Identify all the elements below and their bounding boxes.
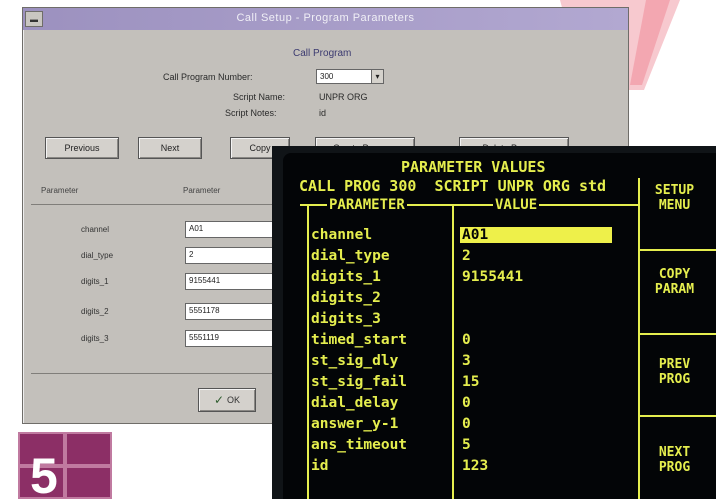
terminal-parameter-value[interactable]: A01 — [460, 227, 612, 243]
terminal-parameter-value[interactable]: 9155441 — [462, 269, 523, 285]
terminal-title: PARAMETER VALUES — [401, 158, 546, 176]
terminal-parameter-name: channel — [311, 227, 373, 243]
terminal-subtitle: CALL PROG 300 SCRIPT UNPR ORG std — [299, 177, 607, 195]
previous-button[interactable]: Previous — [45, 137, 119, 159]
terminal-parameter-name: digits_3 — [311, 311, 381, 327]
parameter-value-field[interactable]: 9155441 — [185, 273, 281, 290]
copy-param-line2: PARAM — [654, 282, 695, 297]
value-column-header: VALUE — [493, 197, 540, 213]
next-prog-line1: NEXT — [658, 445, 691, 460]
setup-menu-line1: SETUP — [654, 183, 695, 198]
terminal-parameter-name: ans_timeout — [311, 437, 408, 453]
parameter-label: channel — [81, 225, 110, 234]
parameter-label: digits_2 — [81, 307, 109, 316]
parameter-column-header: Parameter — [41, 186, 79, 195]
parameter-label: dial_type — [81, 251, 114, 260]
terminal-parameter-value[interactable]: 15 — [462, 374, 479, 390]
terminal-parameter-value[interactable]: 5 — [462, 437, 471, 453]
script-name-label: Script Name: — [233, 92, 286, 102]
parameter-label: digits_3 — [81, 334, 109, 343]
fkey-divider — [640, 333, 716, 335]
setup-menu-line2: MENU — [658, 198, 691, 213]
next-prog-key[interactable]: NEXT PROG — [643, 445, 706, 475]
prev-prog-line1: PREV — [658, 357, 691, 372]
parameter-value-field[interactable]: 5551119 — [185, 330, 281, 347]
script-notes-value: id — [319, 108, 327, 118]
window-titlebar: ▬ Call Setup - Program Parameters — [23, 8, 628, 30]
fkey-divider — [640, 415, 716, 417]
terminal-parameter-value[interactable]: 3 — [462, 353, 471, 369]
window-title: Call Setup - Program Parameters — [236, 12, 415, 24]
badge-cell — [65, 432, 112, 466]
terminal-parameter-name: timed_start — [311, 332, 408, 348]
call-program-number-value: 300 — [320, 72, 334, 81]
call-program-number-label: Call Program Number: — [163, 72, 253, 82]
script-name-value: UNPR ORG — [319, 92, 368, 102]
ok-button-label: OK — [227, 395, 241, 405]
next-button[interactable]: Next — [138, 137, 202, 159]
parameter-value-field[interactable]: 2 — [185, 247, 281, 264]
parameter-value-field[interactable]: A01 — [185, 221, 281, 238]
frame-left-line — [307, 206, 309, 499]
prev-prog-line2: PROG — [658, 372, 691, 387]
frame-middle-line — [452, 206, 454, 499]
terminal-parameter-value[interactable]: 2 — [462, 248, 471, 264]
parameter-value-field[interactable]: 5551178 — [185, 303, 281, 320]
terminal-parameter-name: dial_delay — [311, 395, 399, 411]
setup-menu-key[interactable]: SETUP MENU — [643, 183, 706, 213]
terminal-parameter-name: st_sig_dly — [311, 353, 399, 369]
section-heading: Call Program — [293, 48, 352, 59]
next-prog-line2: PROG — [658, 460, 691, 475]
ok-button[interactable]: ✓ OK — [198, 388, 256, 412]
terminal-parameter-value[interactable]: 0 — [462, 332, 471, 348]
parameter-column-header: PARAMETER — [327, 197, 407, 213]
terminal-parameter-value[interactable]: 0 — [462, 416, 471, 432]
chevron-down-icon[interactable]: ▾ — [371, 70, 383, 83]
terminal-parameter-name: st_sig_fail — [311, 374, 408, 390]
script-notes-label: Script Notes: — [225, 108, 277, 118]
terminal-screen: PARAMETER VALUES CALL PROG 300 SCRIPT UN… — [283, 153, 716, 499]
checkmark-icon: ✓ — [213, 393, 225, 407]
terminal-parameter-name: digits_1 — [311, 269, 381, 285]
divider — [31, 204, 281, 205]
terminal-parameter-name: id — [311, 458, 329, 474]
badge-cell — [65, 466, 112, 499]
terminal-parameter-name: answer_y-1 — [311, 416, 399, 432]
chapter-number: 5 — [30, 448, 58, 504]
terminal-parameter-name: digits_2 — [311, 290, 381, 306]
fkey-divider — [640, 249, 716, 251]
copy-param-key[interactable]: COPY PARAM — [643, 267, 706, 297]
terminal-parameter-name: dial_type — [311, 248, 390, 264]
divider — [31, 373, 281, 374]
frame-right-line — [638, 178, 640, 499]
parameter-label: digits_1 — [81, 277, 109, 286]
copy-param-line1: COPY — [658, 267, 691, 282]
prev-prog-key[interactable]: PREV PROG — [643, 357, 706, 387]
terminal-parameter-value[interactable]: 0 — [462, 395, 471, 411]
call-program-number-combo[interactable]: 300 ▾ — [316, 69, 384, 84]
value-column-header: Parameter — [183, 186, 221, 195]
terminal-parameter-value[interactable]: 123 — [462, 458, 488, 474]
